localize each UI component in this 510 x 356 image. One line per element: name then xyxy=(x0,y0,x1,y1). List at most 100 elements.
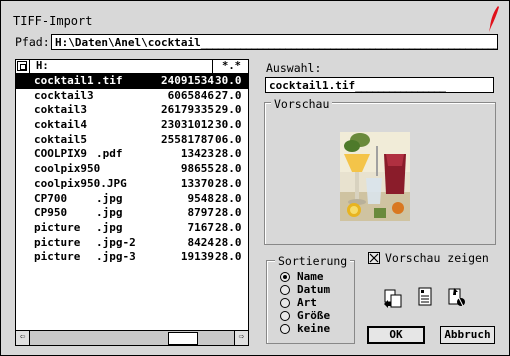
file-size: 13423 xyxy=(180,147,214,161)
show-preview-checkbox[interactable] xyxy=(368,252,380,264)
file-name: CP700 xyxy=(34,191,68,205)
sort-radio[interactable] xyxy=(280,324,290,334)
file-size: 7167 xyxy=(187,220,215,234)
window-title: TIFF-Import xyxy=(13,14,93,28)
file-ext: .jpg xyxy=(96,206,123,220)
file-row[interactable]: coktail5 25581787 06.0 xyxy=(16,133,248,148)
file-row[interactable]: cocktail1 .tif 24091534 30.0 xyxy=(16,74,248,89)
file-name: picture xyxy=(34,250,81,264)
file-size: 98655 xyxy=(180,162,214,176)
sort-option-label[interactable]: Name xyxy=(297,270,324,283)
scroll-thumb[interactable] xyxy=(168,332,198,345)
file-row[interactable]: picture .jpg-3 19139 28.0 xyxy=(16,250,248,265)
file-list[interactable]: H: *.* cocktail1 .tif 24091534 30.0 cocktail… xyxy=(15,59,249,346)
sort-option-label[interactable]: Art xyxy=(297,296,317,309)
file-row[interactable]: coolpix950 98655 28.0 xyxy=(16,162,248,177)
current-drive: H: xyxy=(36,60,49,72)
path-value: H:\Daten\Anel\cocktail xyxy=(55,36,201,49)
horizontal-scrollbar[interactable]: ⇦ ⇨ xyxy=(16,330,248,345)
file-ext: .pdf xyxy=(96,147,123,161)
file-size: 23031012 xyxy=(161,118,214,132)
file-date: 28.0 xyxy=(215,191,242,205)
path-fill: ________________________________________… xyxy=(200,36,498,49)
file-size: 9548 xyxy=(187,191,215,205)
sort-radio[interactable] xyxy=(280,298,290,308)
file-size: 24091534 xyxy=(161,74,214,87)
file-date: 29.0 xyxy=(215,103,242,117)
file-info-icon[interactable] xyxy=(414,286,436,308)
file-size: 6065846 xyxy=(167,88,214,102)
file-date: 27.0 xyxy=(215,88,242,102)
preview-label: Vorschau xyxy=(271,97,333,111)
file-ext: .jpg xyxy=(96,220,123,234)
file-name: picture xyxy=(34,220,81,234)
parent-folder-button[interactable] xyxy=(17,61,27,71)
file-date: 28.0 xyxy=(215,235,242,249)
path-label: Pfad: xyxy=(15,35,50,49)
file-row[interactable]: cocktail3 6065846 27.0 xyxy=(16,89,248,104)
tiff-import-window: TIFF-Import Pfad: H:\Daten\Anel\cocktail… xyxy=(0,0,510,356)
scroll-left-icon[interactable]: ⇦ xyxy=(16,331,30,345)
selection-value: cocktail1.tif xyxy=(269,79,356,92)
sort-option-label[interactable]: Datum xyxy=(297,283,330,296)
file-row[interactable]: CP700 .jpg 9548 28.0 xyxy=(16,192,248,207)
file-date: 30.0 xyxy=(215,74,242,87)
file-ext: .jpg-2 xyxy=(96,235,136,249)
file-date: 28.0 xyxy=(215,147,242,161)
selection-fill: ________________ xyxy=(355,79,446,92)
cancel-button[interactable]: Abbruch xyxy=(440,326,495,344)
copy-document-icon[interactable] xyxy=(382,287,404,309)
file-name: coolpix950.JPG xyxy=(34,176,127,190)
sort-option-label[interactable]: keine xyxy=(297,322,330,335)
selection-input[interactable]: cocktail1.tif________________ xyxy=(265,77,494,93)
file-date: 28.0 xyxy=(215,176,242,190)
cocktail-preview-image xyxy=(340,132,410,221)
file-size: 25581787 xyxy=(161,132,214,146)
file-row[interactable]: COOLPIX9 .pdf 13423 28.0 xyxy=(16,147,248,162)
sort-radio[interactable] xyxy=(280,285,290,295)
file-row[interactable]: coktail3 26179335 29.0 xyxy=(16,103,248,118)
file-list-header: H: *.* xyxy=(16,60,248,74)
file-date: 28.0 xyxy=(215,162,242,176)
file-row[interactable]: coktail4 23031012 30.0 xyxy=(16,118,248,133)
ok-button[interactable]: OK xyxy=(367,326,425,344)
selection-label: Auswahl: xyxy=(266,61,322,75)
checkbox-x-icon xyxy=(369,253,379,263)
file-rows: cocktail1 .tif 24091534 30.0 cocktail3 606584… xyxy=(16,74,248,324)
file-row[interactable]: picture .jpg 7167 28.0 xyxy=(16,221,248,236)
file-date: 28.0 xyxy=(215,250,242,264)
file-ext: .jpg xyxy=(96,191,123,205)
file-name: picture xyxy=(34,235,81,249)
file-date: 06.0 xyxy=(215,132,242,146)
file-size: 19139 xyxy=(180,250,214,264)
sort-radio[interactable] xyxy=(280,311,290,321)
file-name: coktail4 xyxy=(34,118,87,132)
file-size: 8797 xyxy=(187,206,215,220)
file-size: 8424 xyxy=(187,235,215,249)
delete-file-icon[interactable] xyxy=(445,286,467,308)
file-size: 26179335 xyxy=(161,103,214,117)
file-name: coktail5 xyxy=(34,132,87,146)
file-mask[interactable]: *.* xyxy=(222,60,241,73)
file-name: coolpix950 xyxy=(34,162,101,176)
file-name: cocktail3 xyxy=(34,88,94,102)
show-preview-label[interactable]: Vorschau zeigen xyxy=(385,251,489,265)
file-ext: .tif xyxy=(96,74,123,87)
sort-option-label[interactable]: Größe xyxy=(297,309,330,322)
file-date: 28.0 xyxy=(215,206,242,220)
file-name: CP950 xyxy=(34,206,68,220)
scroll-right-icon[interactable]: ⇨ xyxy=(234,331,248,345)
feather-icon xyxy=(489,6,499,32)
file-name: coktail3 xyxy=(34,103,87,117)
sort-label: Sortierung xyxy=(275,254,351,268)
file-date: 28.0 xyxy=(215,220,242,234)
path-input[interactable]: H:\Daten\Anel\cocktail__________________… xyxy=(51,34,498,50)
file-date: 30.0 xyxy=(215,118,242,132)
file-name: cocktail1 xyxy=(34,74,94,87)
sort-radio[interactable] xyxy=(280,272,290,282)
file-row[interactable]: coolpix950.JPG 13370 28.0 xyxy=(16,177,248,192)
file-row[interactable]: CP950 .jpg 8797 28.0 xyxy=(16,206,248,221)
file-name: COOLPIX9 xyxy=(34,147,87,161)
file-row[interactable]: picture .jpg-2 8424 28.0 xyxy=(16,236,248,251)
file-ext: .jpg-3 xyxy=(96,250,136,264)
